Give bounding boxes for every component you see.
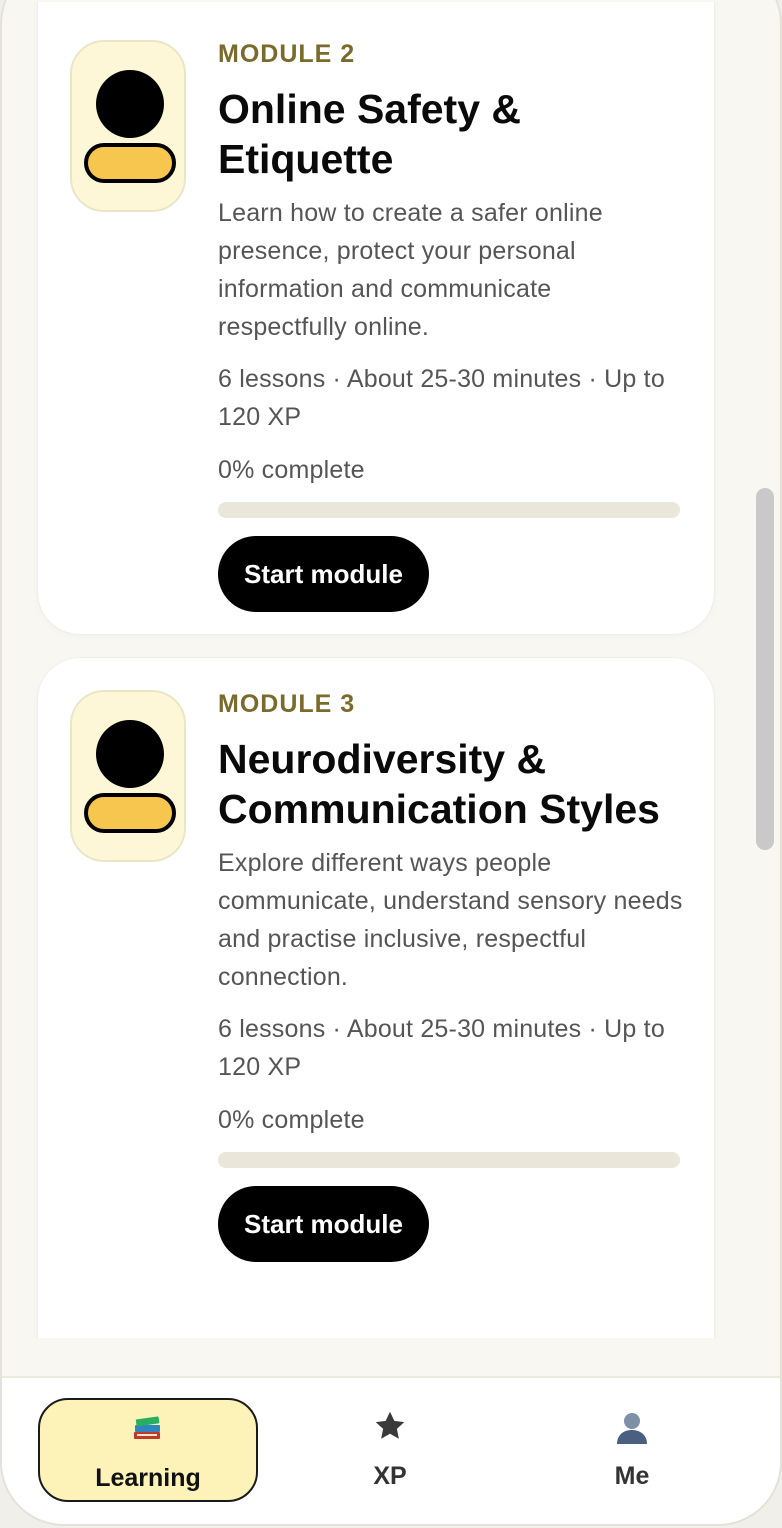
- nav-item-learning[interactable]: Learning: [38, 1398, 258, 1502]
- books-icon: [131, 1410, 165, 1449]
- module-progress-bar: [218, 502, 680, 518]
- module-avatar-icon: [70, 40, 186, 212]
- star-icon: [372, 1408, 408, 1449]
- avatar-head: [96, 70, 164, 138]
- module-progress-bar: [218, 1152, 680, 1168]
- module-progress-label: 0% complete: [218, 456, 365, 484]
- module-title: Neurodiversity & Communication Styles: [218, 736, 660, 832]
- nav-item-me[interactable]: Me: [522, 1398, 742, 1502]
- start-module-button[interactable]: Start module: [218, 1186, 429, 1262]
- module-kicker: MODULE 2: [218, 40, 356, 68]
- nav-label: Learning: [95, 1464, 201, 1492]
- module-progress-label: 0% complete: [218, 1106, 365, 1134]
- module-kicker: MODULE 3: [218, 690, 356, 718]
- nav-item-xp[interactable]: XP: [280, 1398, 500, 1502]
- avatar-body: [84, 793, 176, 833]
- module-meta: 6 lessons · About 25-30 minutes · Up to …: [218, 365, 665, 431]
- app-frame: MODULE 2 Online Safety & Etiquette Learn…: [0, 0, 782, 1526]
- bottom-nav: Learning XP Me: [2, 1376, 780, 1524]
- module-content: MODULE 2 Online Safety & Etiquette Learn…: [218, 40, 684, 612]
- module-title: Online Safety & Etiquette: [218, 86, 522, 182]
- nav-label: Me: [614, 1462, 650, 1490]
- start-module-button[interactable]: Start module: [218, 536, 429, 612]
- avatar-head: [96, 720, 164, 788]
- module-description: Explore different ways people communicat…: [218, 849, 683, 991]
- module-card: MODULE 2 Online Safety & Etiquette Learn…: [38, 2, 714, 634]
- nav-label: XP: [373, 1462, 407, 1490]
- scrollbar-thumb[interactable]: [756, 488, 774, 850]
- module-meta: 6 lessons · About 25-30 minutes · Up to …: [218, 1015, 665, 1081]
- module-list[interactable]: MODULE 2 Online Safety & Etiquette Learn…: [2, 2, 750, 1338]
- module-description: Learn how to create a safer online prese…: [218, 199, 603, 341]
- module-content: MODULE 3 Neurodiversity & Communication …: [218, 690, 684, 1262]
- user-icon: [613, 1408, 651, 1451]
- module-avatar-icon: [70, 690, 186, 862]
- avatar-body: [84, 143, 176, 183]
- module-card: MODULE 3 Neurodiversity & Communication …: [38, 658, 714, 1338]
